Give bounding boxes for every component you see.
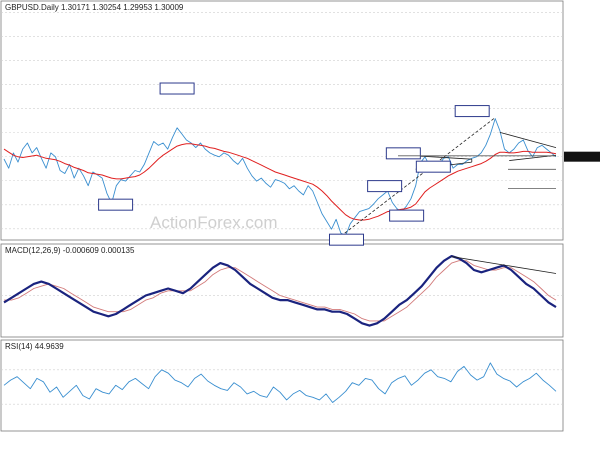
swing-label-box <box>98 198 134 211</box>
swing-label-box <box>415 160 451 173</box>
rsi-series <box>3 362 557 403</box>
swing-label-box <box>367 180 403 193</box>
price-header: GBPUSD.Daily 1.30171 1.30254 1.29953 1.3… <box>5 3 184 12</box>
swing-label-box <box>454 105 490 118</box>
swing-label-box <box>328 233 364 246</box>
chart-stage: ActionForex.com GBPUSD.Daily 1.30171 1.3… <box>0 0 600 450</box>
macd-panel <box>0 243 564 338</box>
chart-canvas: ActionForex.com GBPUSD.Daily 1.30171 1.3… <box>0 0 600 432</box>
watermark: ActionForex.com <box>150 213 278 232</box>
wedge-upper <box>499 131 557 148</box>
rsi-header: RSI(14) 44.9639 <box>5 342 64 351</box>
rsi-panel <box>0 339 564 432</box>
swing-label-box <box>385 147 421 160</box>
swing-label-box <box>389 209 425 222</box>
swing-label-box <box>159 82 195 95</box>
price-series <box>3 118 557 237</box>
macd-header: MACD(12,26,9) -0.000609 0.000135 <box>5 246 135 255</box>
macd-series <box>3 255 557 327</box>
current-price-box <box>564 151 600 162</box>
